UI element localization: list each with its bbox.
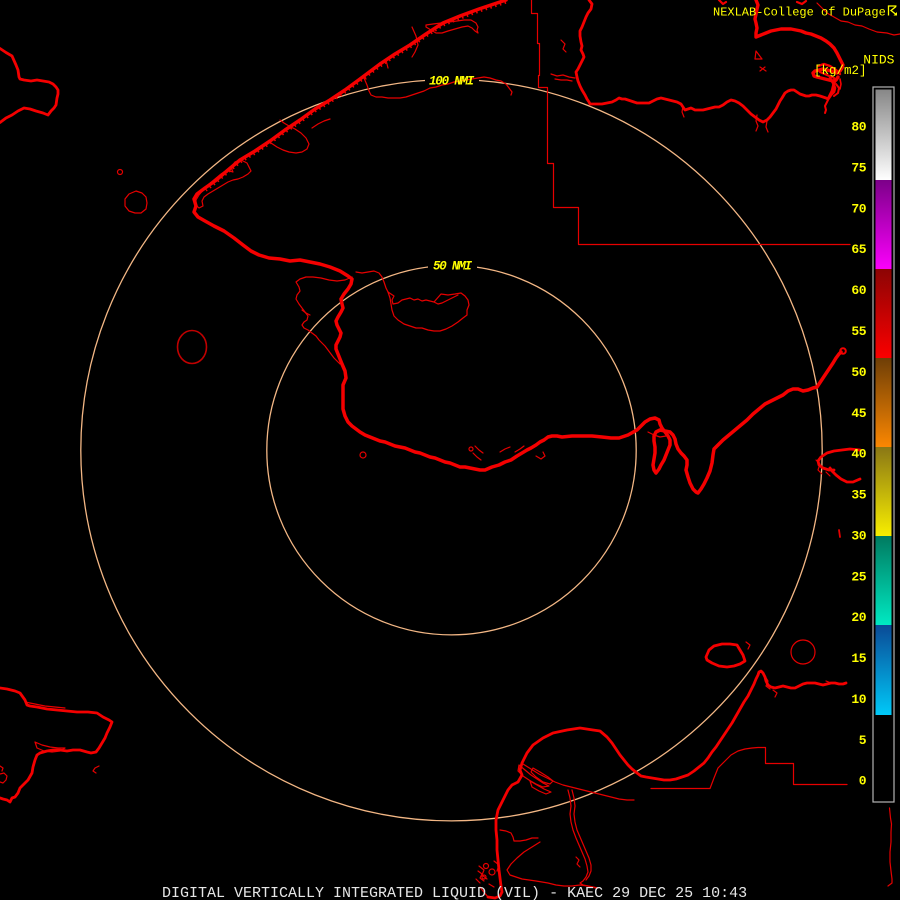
svg-text:NEXLAB-College of DuPage: NEXLAB-College of DuPage [713,6,886,20]
svg-text:20: 20 [851,610,866,625]
svg-text:65: 65 [851,242,866,257]
svg-text:50: 50 [851,365,866,380]
svg-text:40: 40 [851,447,866,462]
svg-text:35: 35 [851,488,866,503]
svg-text:NIDS: NIDS [863,53,894,68]
svg-text:[kg/m2]: [kg/m2] [814,64,867,78]
svg-text:15: 15 [851,651,866,666]
svg-text:70: 70 [851,201,866,216]
svg-text:0: 0 [859,774,867,789]
svg-text:55: 55 [851,324,866,339]
svg-text:5: 5 [859,733,867,748]
svg-text:75: 75 [851,160,866,175]
svg-text:DIGITAL VERTICALLY INTEGRATED: DIGITAL VERTICALLY INTEGRATED LIQUID (VI… [162,885,747,900]
svg-text:100 NMI: 100 NMI [429,75,475,89]
svg-text:10: 10 [851,692,866,707]
svg-text:60: 60 [851,283,866,298]
svg-text:30: 30 [851,528,866,543]
svg-text:25: 25 [851,569,866,584]
svg-text:50 NMI: 50 NMI [433,260,473,274]
svg-text:80: 80 [851,120,866,135]
svg-text:45: 45 [851,406,866,421]
